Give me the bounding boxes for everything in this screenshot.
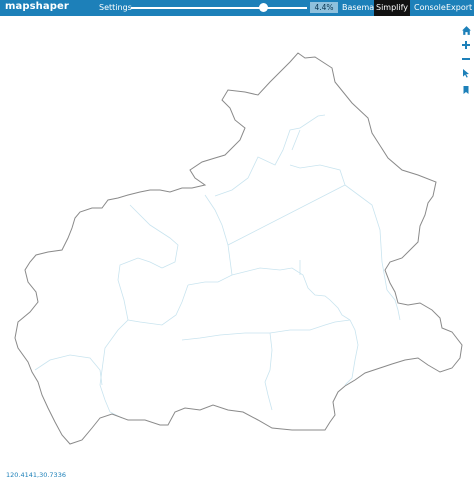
map-canvas[interactable] (0, 16, 474, 484)
app-logo: mapshaper (5, 1, 69, 12)
zoom-out-icon[interactable] (460, 53, 472, 65)
zoom-in-icon[interactable] (460, 39, 472, 51)
simplify-slider-handle[interactable] (258, 3, 268, 12)
pointer-select-icon[interactable] (460, 67, 472, 79)
bookmark-icon[interactable] (460, 84, 472, 96)
simplify-slider[interactable] (131, 7, 307, 9)
region-outline (14, 52, 463, 445)
top-toolbar: mapshaper Settings 4.4% Basemap Simplify… (0, 0, 474, 16)
simplify-button[interactable]: Simplify (374, 0, 410, 16)
coordinates-readout: 120.4141,30.7336 (6, 471, 66, 479)
export-button[interactable]: Export (442, 0, 474, 16)
simplify-percent-input[interactable]: 4.4% (310, 2, 338, 13)
home-icon[interactable] (460, 24, 472, 36)
settings-button[interactable]: Settings (95, 0, 136, 16)
inner-boundaries (34, 114, 401, 419)
